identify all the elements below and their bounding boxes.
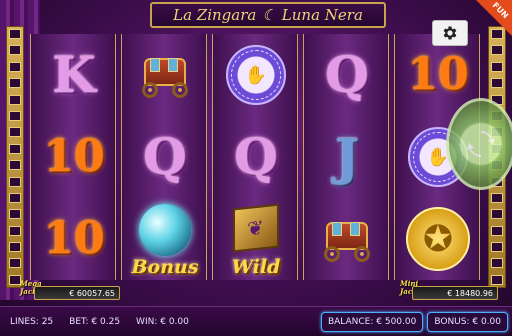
mega-jackpot-value: € 60057.65 bbox=[34, 286, 120, 300]
lines-display[interactable]: LINES: 25 bbox=[4, 312, 59, 332]
crystal-ball-icon bbox=[139, 204, 191, 256]
title-right: Luna Nera bbox=[281, 6, 363, 24]
wild-box-icon bbox=[233, 203, 279, 253]
symbol-q: Q bbox=[325, 45, 369, 104]
balance-display: BALANCE: € 500.00 bbox=[320, 311, 424, 332]
wagon-symbol-icon bbox=[122, 34, 208, 116]
symbol-ten: 10 bbox=[43, 213, 105, 264]
symbol-q: Q bbox=[234, 127, 278, 186]
settings-button[interactable] bbox=[432, 20, 468, 46]
reel-4: Q J bbox=[303, 34, 389, 280]
mini-jackpot-value: € 18480.96 bbox=[412, 286, 498, 300]
win-display: WIN: € 0.00 bbox=[136, 316, 189, 327]
game-stage: La Zingara ☾ Luna Nera K 10 10 Q Bonus ✋… bbox=[0, 0, 512, 336]
symbol-q: Q bbox=[143, 127, 187, 186]
bonus-label: Bonus bbox=[131, 256, 199, 278]
symbol-k: K bbox=[52, 45, 96, 104]
reel-3: ✋ Q Wild bbox=[212, 34, 298, 280]
reel-area: K 10 10 Q Bonus ✋ Q ❦ Wild Q J 10 ✋ ✪ bbox=[30, 34, 482, 280]
gold-coin-icon: ✪ bbox=[395, 198, 481, 280]
bonus-balance-display: BONUS: € 0.00 bbox=[427, 311, 508, 332]
crescent-moon-icon: ☾ bbox=[262, 6, 276, 24]
symbol-ten: 10 bbox=[43, 131, 105, 182]
reel-2: Q Bonus bbox=[121, 34, 207, 280]
gear-icon bbox=[443, 26, 457, 40]
wild-label: Wild bbox=[231, 256, 281, 278]
bonus-symbol: Bonus bbox=[122, 198, 208, 280]
spin-button[interactable] bbox=[446, 98, 512, 190]
wagon-symbol-icon bbox=[304, 198, 390, 280]
spin-arrows-icon bbox=[467, 131, 495, 157]
bet-display[interactable]: BET: € 0.25 bbox=[63, 312, 126, 332]
game-title: La Zingara ☾ Luna Nera bbox=[150, 2, 386, 28]
zodiac-wheel-icon: ✋ bbox=[213, 34, 299, 116]
status-bar: LINES: 25 BET: € 0.25 WIN: € 0.00 BALANC… bbox=[0, 306, 512, 336]
symbol-j: J bbox=[335, 127, 359, 186]
title-left: La Zingara bbox=[173, 6, 257, 24]
reel-1: K 10 10 bbox=[30, 34, 116, 280]
wild-symbol: Wild bbox=[213, 198, 299, 280]
left-payline-strip bbox=[6, 26, 24, 288]
